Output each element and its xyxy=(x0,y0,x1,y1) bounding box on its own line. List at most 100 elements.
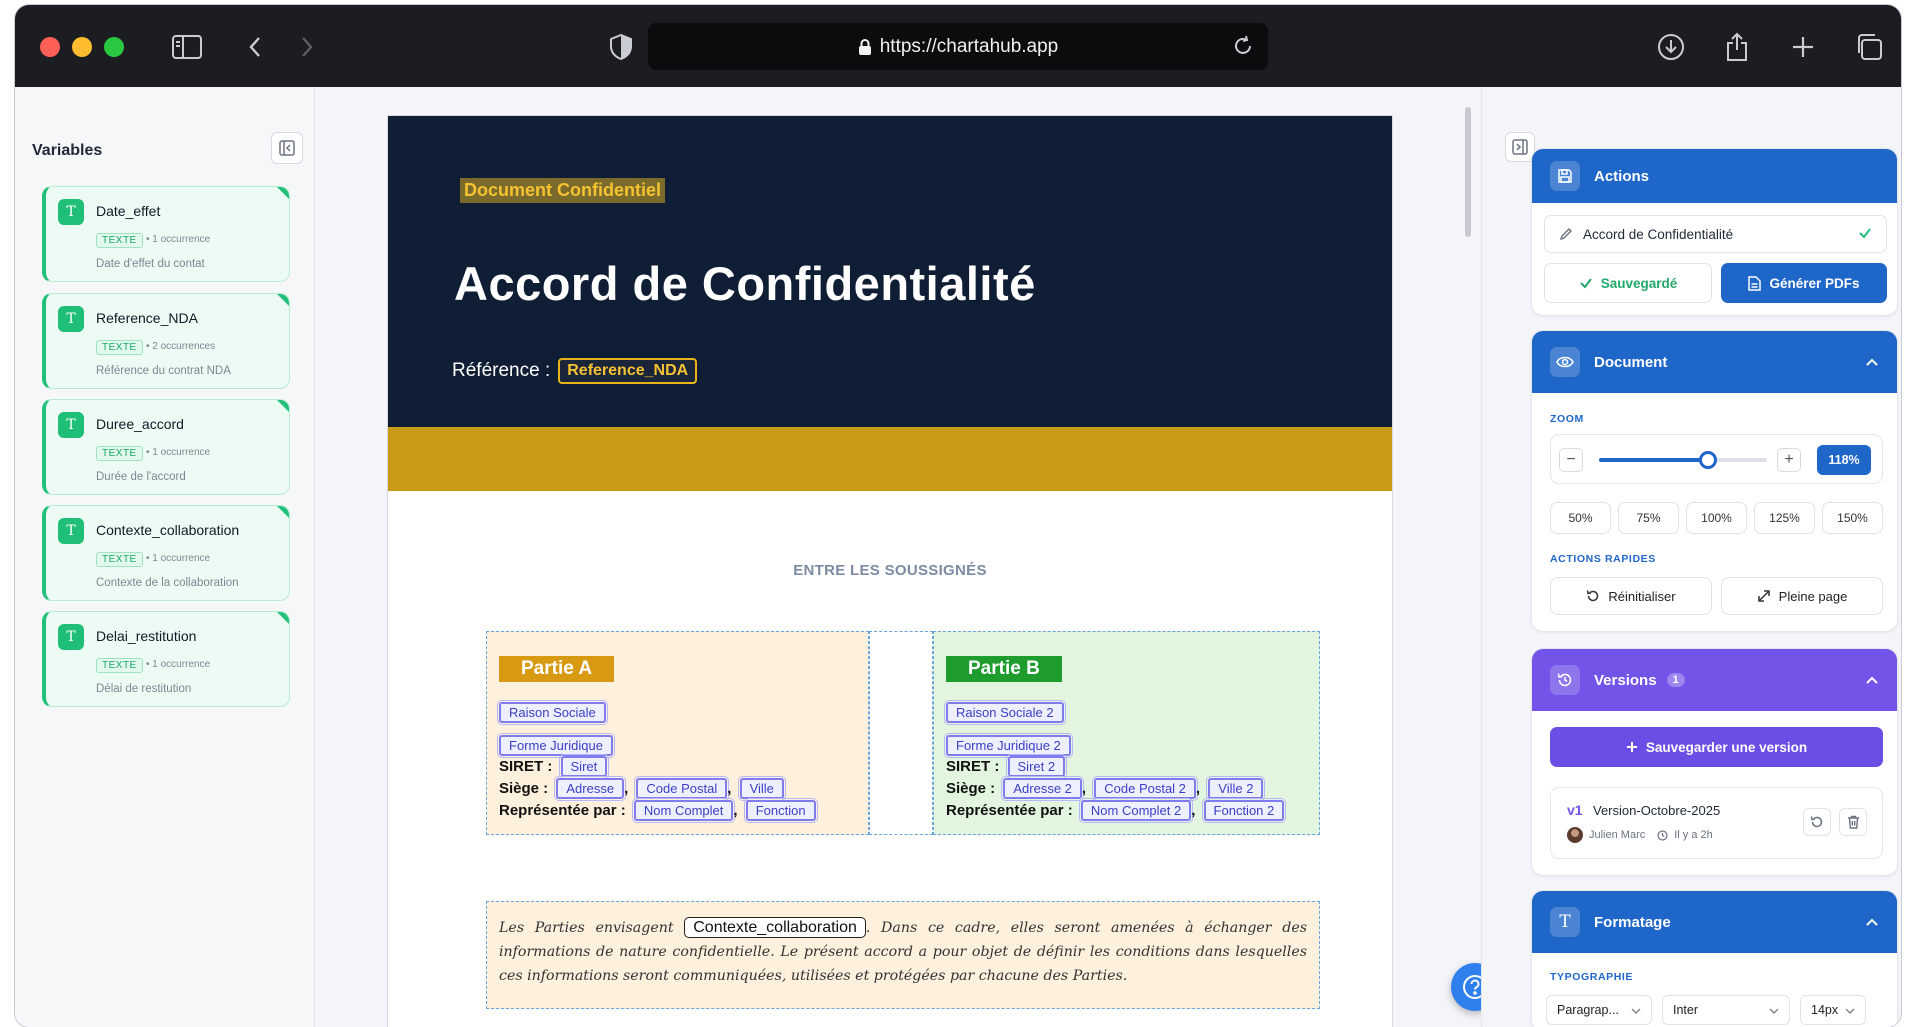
collapse-panel-icon[interactable] xyxy=(271,132,303,164)
clock-icon xyxy=(1657,829,1668,841)
reference-variable-chip[interactable]: Reference_NDA xyxy=(558,358,698,384)
forward-icon[interactable] xyxy=(291,31,323,63)
variable-name: Reference_NDA xyxy=(96,310,198,326)
variable-chip[interactable]: Nom Complet xyxy=(631,798,736,823)
actions-title: Actions xyxy=(1594,167,1650,185)
zoom-in-button[interactable]: + xyxy=(1777,448,1801,472)
variable-occurrences: • 1 occurrence xyxy=(146,447,211,458)
font-family-select[interactable]: Inter xyxy=(1662,995,1790,1025)
minimize-window-button[interactable] xyxy=(72,37,92,57)
formatting-header[interactable]: T Formatage xyxy=(1532,891,1897,953)
variable-chip[interactable]: Raison Sociale xyxy=(497,700,608,725)
variable-chip[interactable]: Ville 2 xyxy=(1206,776,1266,801)
address-bar[interactable]: https://chartahub.app xyxy=(648,23,1268,70)
actions-card: Actions Accord de Confidentialité Sauveg… xyxy=(1531,148,1898,316)
text-type-icon: T xyxy=(58,518,84,544)
variable-chip[interactable]: Adresse 2 xyxy=(1001,776,1084,801)
generate-pdfs-button[interactable]: Générer PDFs xyxy=(1721,263,1887,303)
party-b-block[interactable]: Partie B Raison Sociale 2 Forme Juridiqu… xyxy=(933,631,1320,835)
document-settings-header[interactable]: Document xyxy=(1532,331,1897,393)
zoom-value[interactable]: 118% xyxy=(1817,445,1871,475)
zoom-label: ZOOM xyxy=(1550,413,1584,425)
variable-chip[interactable]: Adresse xyxy=(554,776,627,801)
variable-chip[interactable]: Fonction xyxy=(743,798,818,823)
variable-card[interactable]: T Duree_accord TEXTE • 1 occurrence Duré… xyxy=(42,399,290,495)
zoom-preset-50[interactable]: 50% xyxy=(1550,502,1611,534)
shield-icon[interactable] xyxy=(605,31,637,63)
variable-card[interactable]: T Contexte_collaboration TEXTE • 1 occur… xyxy=(42,505,290,601)
variable-card[interactable]: T Reference_NDA TEXTE • 2 occurrences Ré… xyxy=(42,293,290,389)
text-type-icon: T xyxy=(58,624,84,650)
maximize-window-button[interactable] xyxy=(104,37,124,57)
back-icon[interactable] xyxy=(239,31,271,63)
variable-chip[interactable]: Code Postal 2 xyxy=(1092,776,1198,801)
chevron-up-icon[interactable] xyxy=(1865,354,1879,371)
reset-button[interactable]: Réinitialiser xyxy=(1550,577,1712,615)
variable-chip[interactable]: Nom Complet 2 xyxy=(1078,798,1194,823)
variable-chip[interactable]: Fonction 2 xyxy=(1201,798,1287,823)
browser-window: https://chartahub.app Variables T Date_e… xyxy=(15,5,1901,1027)
intro-paragraph[interactable]: Les Parties envisagent Contexte_collabor… xyxy=(486,901,1320,1009)
font-size-select[interactable]: 14px xyxy=(1800,995,1866,1025)
variable-card[interactable]: T Date_effet TEXTE • 1 occurrence Date d… xyxy=(42,186,290,282)
chevron-up-icon[interactable] xyxy=(1865,672,1879,689)
document-settings-title: Document xyxy=(1594,353,1668,371)
saved-button[interactable]: Sauvegardé xyxy=(1544,263,1712,303)
intro-text-before: Les Parties envisagent xyxy=(499,920,674,936)
chevron-up-icon[interactable] xyxy=(1865,914,1879,931)
new-tab-icon[interactable] xyxy=(1787,31,1819,63)
version-item[interactable]: v1 Version-Octobre-2025 Julien Marc Il y… xyxy=(1550,787,1883,859)
download-icon[interactable] xyxy=(1655,31,1687,63)
context-variable-chip[interactable]: Contexte_collaboration xyxy=(684,917,866,938)
variables-panel: Variables T Date_effet TEXTE • 1 occurre… xyxy=(15,87,315,1027)
variable-chip[interactable]: Forme Juridique xyxy=(497,733,615,758)
lock-icon xyxy=(858,38,872,56)
representative-label: Représentée par : xyxy=(499,802,626,819)
variable-chip[interactable]: Raison Sociale 2 xyxy=(944,700,1066,725)
variable-description: Délai de restitution xyxy=(96,683,192,695)
paragraph-style-select[interactable]: Paragrap... xyxy=(1546,995,1652,1025)
representative-label: Représentée par : xyxy=(946,802,1073,819)
share-icon[interactable] xyxy=(1721,31,1753,63)
restore-version-icon[interactable] xyxy=(1803,808,1831,836)
check-icon xyxy=(1858,226,1872,243)
card-corner-marker xyxy=(277,612,289,624)
close-window-button[interactable] xyxy=(40,37,60,57)
variable-name: Delai_restitution xyxy=(96,628,197,644)
variable-chip[interactable]: Ville xyxy=(737,776,786,801)
canvas-scrollbar[interactable] xyxy=(1465,107,1471,237)
separator-comma: , xyxy=(727,780,732,797)
zoom-control: − + 118% xyxy=(1550,434,1883,484)
zoom-preset-150[interactable]: 150% xyxy=(1822,502,1883,534)
document-name-field[interactable]: Accord de Confidentialité xyxy=(1544,215,1887,253)
history-icon xyxy=(1550,665,1580,695)
tabs-overview-icon[interactable] xyxy=(1853,31,1885,63)
zoom-slider-handle[interactable] xyxy=(1699,451,1718,469)
reload-icon[interactable] xyxy=(1232,35,1254,63)
variable-type-badge: TEXTE xyxy=(96,233,143,248)
zoom-preset-75[interactable]: 75% xyxy=(1618,502,1679,534)
zoom-slider[interactable] xyxy=(1599,451,1767,469)
url-text: https://chartahub.app xyxy=(879,35,1059,57)
variable-description: Référence du contrat NDA xyxy=(96,365,231,377)
zoom-preset-100[interactable]: 100% xyxy=(1686,502,1747,534)
zoom-out-button[interactable]: − xyxy=(1559,448,1583,472)
variable-description: Contexte de la collaboration xyxy=(96,577,239,589)
variable-chip[interactable]: Siret 2 xyxy=(1005,754,1068,779)
full-page-button[interactable]: Pleine page xyxy=(1721,577,1883,615)
document-title: Accord de Confidentialité xyxy=(454,257,1036,310)
version-time: Il y a 2h xyxy=(1674,829,1713,841)
variable-card[interactable]: T Delai_restitution TEXTE • 1 occurrence… xyxy=(42,611,290,707)
typography-label: TYPOGRAPHIE xyxy=(1550,971,1634,983)
party-a-block[interactable]: Partie A Raison Sociale Forme Juridique … xyxy=(486,631,869,835)
variable-chip[interactable]: Forme Juridique 2 xyxy=(944,733,1073,758)
variable-type-badge: TEXTE xyxy=(96,446,143,461)
check-icon xyxy=(1580,278,1592,289)
save-version-button[interactable]: Sauvegarder une version xyxy=(1550,727,1883,767)
sidebar-toggle-icon[interactable] xyxy=(171,31,203,63)
zoom-preset-125[interactable]: 125% xyxy=(1754,502,1815,534)
variable-chip[interactable]: Code Postal xyxy=(634,776,730,801)
variable-chip[interactable]: Siret xyxy=(558,754,610,779)
delete-version-icon[interactable] xyxy=(1839,808,1867,836)
versions-header[interactable]: Versions 1 xyxy=(1532,649,1897,711)
